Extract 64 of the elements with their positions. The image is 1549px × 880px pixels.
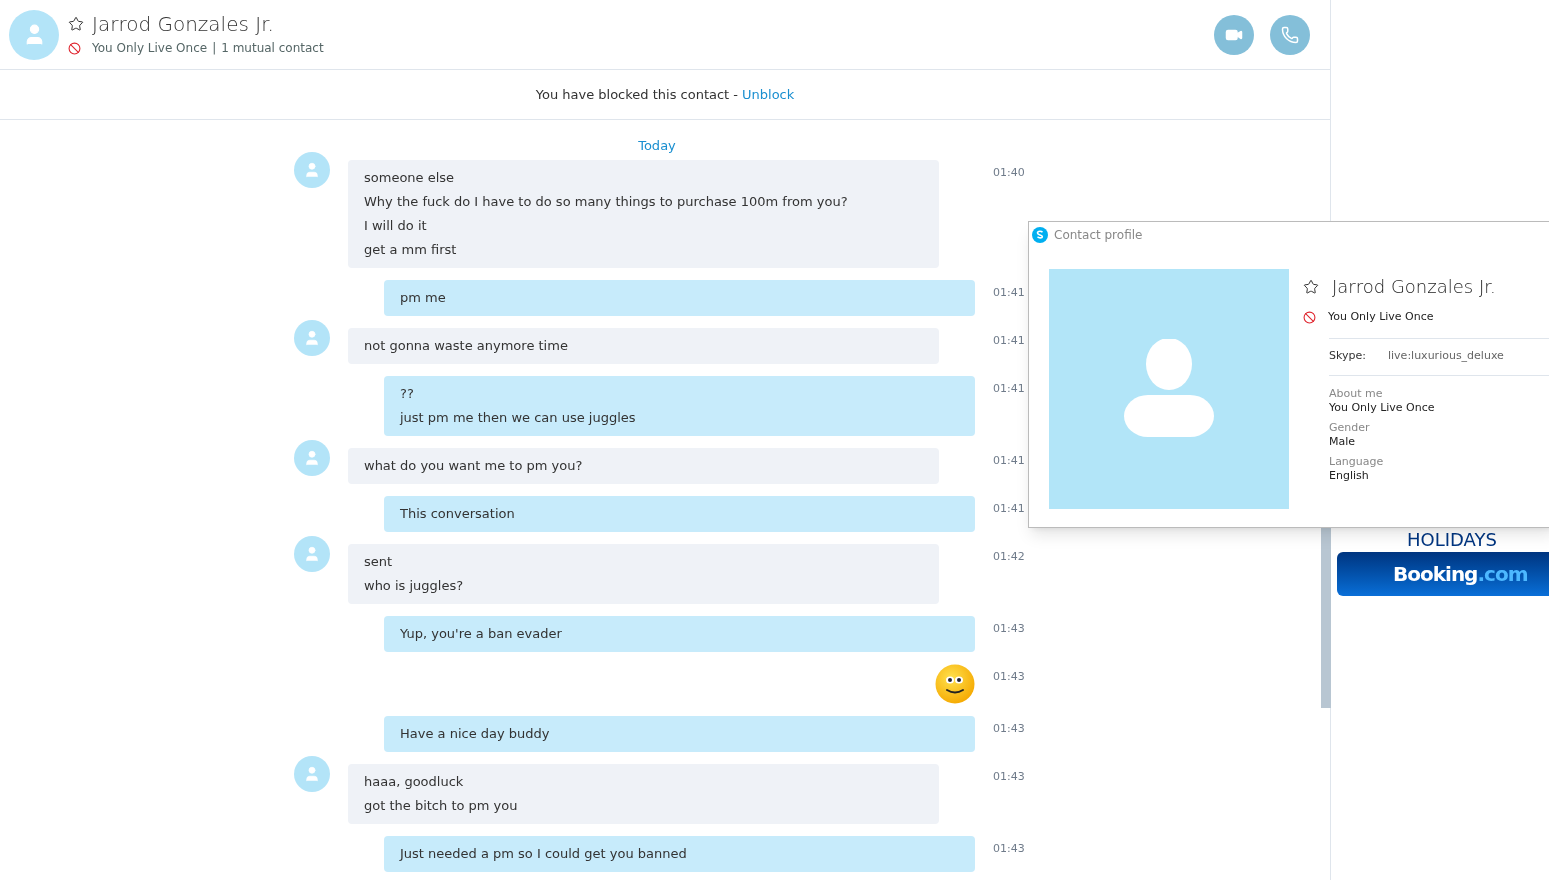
avatar-icon [294, 151, 330, 188]
message-time: 01:41 [993, 452, 1025, 469]
message-text: got the bitch to pm you [364, 796, 519, 815]
field-label: About me [1329, 386, 1384, 401]
message-text: ?? [400, 384, 415, 403]
avatar-icon [294, 535, 330, 572]
booking-ad-banner[interactable]: Booking.com [1337, 552, 1549, 596]
message-time: 01:43 [993, 668, 1025, 685]
profile-name: Jarrod Gonzales Jr. [1332, 275, 1496, 299]
message-time: 01:41 [993, 284, 1025, 301]
message-time: 01:41 [993, 332, 1025, 349]
message-text: just pm me then we can use juggles [400, 408, 637, 427]
favorite-star-icon[interactable] [1303, 278, 1319, 295]
message-time: 01:41 [993, 500, 1025, 517]
blocked-icon [68, 41, 81, 55]
message-text: what do you want me to pm you? [364, 456, 584, 475]
mood-message: You Only Live Once [92, 40, 208, 57]
message-text: haaa, goodluck [364, 772, 465, 791]
avatar-icon [9, 9, 59, 60]
message-text: Why the fuck do I have to do so many things to purchase 100m from you? [364, 192, 849, 211]
avatar-icon [294, 319, 330, 356]
favorite-star-icon[interactable] [68, 16, 84, 32]
message-time: 01:43 [993, 720, 1025, 737]
avatar-icon [294, 439, 330, 476]
field-label: Gender [1329, 420, 1371, 435]
smiley-emoticon-icon [935, 663, 975, 704]
separator: | [212, 40, 217, 57]
message-text: who is juggles? [364, 576, 465, 595]
message-time: 01:43 [993, 840, 1025, 857]
phone-icon [1281, 25, 1299, 44]
message-text: sent [364, 552, 394, 571]
skype-logo-icon [1032, 227, 1048, 243]
field-label: Language [1329, 454, 1385, 469]
message-text: someone else [364, 168, 456, 187]
message-text: Have a nice day buddy [400, 724, 551, 743]
message-text: not gonna waste anymore time [364, 336, 569, 355]
skype-label: Skype: [1329, 348, 1367, 365]
message-text: pm me [400, 288, 447, 307]
field-value: English [1329, 468, 1370, 483]
video-call-button[interactable] [1214, 14, 1254, 55]
message-text: get a mm first [364, 240, 458, 259]
message-time: 01:40 [993, 164, 1025, 181]
profile-mood: You Only Live Once [1328, 309, 1434, 325]
message-time: 01:43 [993, 768, 1025, 785]
message-text: This conversation [400, 504, 516, 523]
message-time: 01:41 [993, 380, 1025, 397]
message-text: I will do it [364, 216, 428, 235]
skype-id: live:luxurious_deluxe [1388, 348, 1504, 365]
popup-title: Contact profile [1054, 227, 1143, 244]
ad-heading: HOLIDAYS [1407, 530, 1498, 550]
avatar-icon [294, 755, 330, 792]
voice-call-button[interactable] [1270, 14, 1310, 55]
field-value: Male [1329, 434, 1357, 449]
mutual-contacts[interactable]: 1 mutual contact [221, 39, 324, 57]
blocked-notice: You have blocked this contact - [535, 85, 739, 104]
blocked-icon [1303, 310, 1316, 324]
field-value: You Only Live Once [1329, 400, 1436, 415]
message-text: Yup, you're a ban evader [400, 624, 563, 643]
unblock-link[interactable]: Unblock [742, 84, 795, 105]
contact-name: Jarrod Gonzales Jr. [92, 12, 274, 36]
message-time: 01:42 [993, 548, 1025, 565]
day-separator: Today [638, 137, 676, 155]
message-time: 01:43 [993, 620, 1025, 637]
message-text: Just needed a pm so I could get you banned [400, 844, 688, 863]
